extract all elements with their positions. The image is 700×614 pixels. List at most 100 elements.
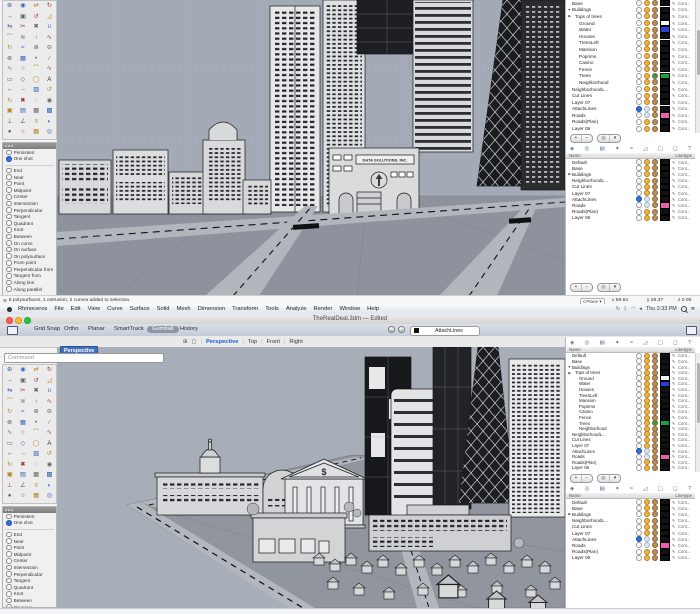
current-layer-radio[interactable] [636, 536, 642, 542]
layer-row[interactable]: Water Cont... [566, 381, 695, 387]
render-icon[interactable]: ◐ [43, 117, 56, 128]
panel-icon[interactable]: ▤ [600, 486, 605, 492]
checkbox-icon[interactable] [6, 584, 12, 590]
layer-row[interactable]: AttachLines Cont... [566, 536, 695, 542]
toggle-history[interactable]: History [180, 326, 198, 332]
current-layer-radio[interactable] [636, 73, 642, 79]
osnap-item[interactable]: Perpendicular [3, 207, 56, 214]
hide-icon[interactable]: ◌ [30, 96, 43, 107]
visibility-bulb-icon[interactable] [644, 46, 650, 52]
panel-icon[interactable]: ◈ [570, 486, 574, 492]
layer-row[interactable]: Fence Cont... [566, 66, 695, 73]
layer-row[interactable]: TreesLeft Cont... [566, 40, 695, 47]
current-layer-radio[interactable] [636, 119, 642, 125]
delete-icon[interactable]: ✖ [16, 460, 29, 471]
layer-color-swatch[interactable] [660, 13, 670, 19]
layer-color-swatch[interactable] [660, 26, 670, 32]
osnap-item[interactable]: Point [3, 180, 56, 187]
osnap-item[interactable]: Center [3, 194, 56, 201]
visibility-bulb-icon[interactable] [644, 93, 650, 99]
remove-layer-button[interactable]: − [582, 475, 592, 482]
visibility-bulb-icon[interactable] [644, 53, 650, 59]
panel-icon[interactable]: ◻ [673, 340, 678, 346]
layer-row[interactable]: ▶ Tops of trees Cont... [566, 370, 695, 376]
extrude-icon[interactable]: ↑ [30, 397, 43, 408]
current-layer-radio[interactable] [636, 86, 642, 92]
fillet-icon[interactable]: ⌒ [3, 33, 16, 44]
line-icon[interactable]: ∕ [43, 54, 56, 65]
current-layer-radio[interactable] [636, 215, 642, 221]
notification-center-icon[interactable]: ≣ [691, 306, 695, 312]
menu-item[interactable]: Mesh [176, 306, 190, 312]
layer-color-swatch[interactable] [660, 125, 670, 131]
layer-menu-button[interactable]: ▾ [610, 475, 620, 482]
layer-row[interactable]: Roads Cont... [566, 112, 695, 119]
menu-item[interactable]: Render [313, 306, 332, 312]
group-icon[interactable]: ▦ [30, 470, 43, 481]
layer-row[interactable]: Default Cont... [566, 353, 695, 359]
osnap-item[interactable]: Near [3, 538, 56, 545]
visibility-bulb-icon[interactable] [644, 20, 650, 26]
current-layer-radio[interactable] [636, 27, 642, 33]
visibility-bulb-icon[interactable] [644, 536, 650, 542]
current-layer-radio[interactable] [636, 46, 642, 52]
redo-icon[interactable]: ↻ [3, 460, 16, 471]
menu-item[interactable]: Tools [265, 306, 279, 312]
shaded-icon[interactable]: ● [3, 491, 16, 502]
layer-color-swatch[interactable] [660, 99, 670, 105]
render-icon[interactable]: ◐ [43, 481, 56, 492]
rotate-icon[interactable]: ↺ [30, 376, 43, 387]
current-layer-dropdown[interactable]: AttachLines [410, 326, 480, 336]
layer-menu-button[interactable]: ▾ [610, 284, 620, 291]
tab-top[interactable]: Top [248, 339, 257, 345]
shaded-icon[interactable]: ● [3, 127, 16, 138]
current-layer-radio[interactable] [636, 0, 642, 6]
ellipse-icon[interactable]: ◯ [30, 75, 43, 86]
remove-layer-button[interactable]: − [582, 284, 592, 291]
current-layer-radio[interactable] [636, 542, 642, 548]
visibility-bulb-icon[interactable] [644, 511, 650, 517]
pane-layout-icon[interactable]: ▢ [192, 339, 197, 345]
current-layer-radio[interactable] [636, 530, 642, 536]
offset-icon[interactable]: ≋ [16, 397, 29, 408]
layer-color-swatch[interactable] [660, 53, 670, 59]
current-layer-radio[interactable] [636, 511, 642, 517]
osnap-item[interactable]: Between [3, 597, 56, 604]
toggle-gumball[interactable]: Gumball [147, 326, 179, 333]
checkbox-icon[interactable] [6, 187, 12, 193]
layer-row[interactable]: Default Cont... [566, 499, 695, 505]
current-layer-radio[interactable] [636, 53, 642, 59]
array-icon[interactable]: ▩ [43, 106, 56, 117]
undo-icon[interactable]: ↺ [43, 449, 56, 460]
layer-row[interactable]: Cut Lines Cont... [566, 184, 695, 190]
layer-row[interactable]: ▶ Buildings Cont... [566, 171, 695, 177]
mesh-icon[interactable]: ▦ [16, 54, 29, 65]
rotate-view-icon[interactable]: ↻ [43, 1, 56, 12]
layer-row[interactable]: Cut Lines Cont... [566, 524, 695, 530]
redo-icon[interactable]: ↻ [3, 96, 16, 107]
layer-row[interactable]: NeighborhoodL... Cont... [566, 178, 695, 184]
current-layer-radio[interactable] [636, 13, 642, 19]
checkbox-icon[interactable] [6, 168, 12, 174]
text-icon[interactable]: A [43, 439, 56, 450]
checkbox-icon[interactable] [6, 207, 12, 213]
contour-icon[interactable]: ≡ [30, 481, 43, 492]
hide-icon[interactable]: ◌ [30, 460, 43, 471]
toggle-smarttrack[interactable]: SmartTrack [114, 326, 144, 332]
rotate-view-icon[interactable]: ↻ [43, 365, 56, 376]
line-icon[interactable]: ∕ [43, 418, 56, 429]
current-layer-radio[interactable] [636, 190, 642, 196]
osnap-item[interactable]: Along line [3, 279, 56, 286]
layer-row[interactable]: AttachLines Cont... [566, 448, 695, 454]
contour-icon[interactable]: ≡ [30, 117, 43, 128]
curve-icon[interactable]: ∿ [43, 428, 56, 439]
layer-color-swatch[interactable] [660, 215, 670, 221]
osnap-item[interactable]: Tangent [3, 577, 56, 584]
dimension-icon[interactable]: ↔ [3, 449, 16, 460]
current-layer-radio[interactable] [636, 112, 642, 118]
revolve-icon[interactable]: ↻ [3, 43, 16, 54]
grid-view-icon[interactable]: ⊞ [183, 339, 188, 345]
wifi-icon[interactable]: ◠ [631, 306, 635, 312]
visibility-bulb-icon[interactable] [644, 99, 650, 105]
project-icon[interactable]: ⊥ [3, 481, 16, 492]
